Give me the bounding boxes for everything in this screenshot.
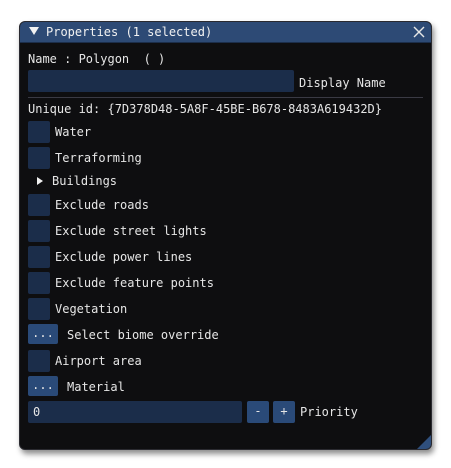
window-title: Properties (1 selected) (46, 25, 213, 39)
priority-input[interactable]: 0 (28, 401, 242, 423)
exclude-roads-checkbox[interactable] (28, 194, 50, 216)
separator (28, 97, 423, 98)
airport-area-checkbox[interactable] (28, 350, 50, 372)
object-name: Name : Polygon ( ) (28, 52, 166, 66)
exclude-roads-label: Exclude roads (55, 198, 149, 212)
exclude-feature-points-checkbox[interactable] (28, 272, 50, 294)
display-name-label: Display Name (299, 76, 386, 90)
material-label: Material (67, 380, 125, 394)
terraforming-label: Terraforming (55, 151, 142, 165)
select-biome-label: Select biome override (67, 328, 219, 342)
exclude-power-lines-label: Exclude power lines (55, 250, 193, 264)
select-biome-button[interactable]: ... (28, 324, 58, 344)
close-icon[interactable] (411, 24, 427, 40)
tree-expand-arrow-icon[interactable] (36, 177, 44, 185)
priority-value: 0 (33, 405, 41, 419)
collapse-arrow-icon[interactable] (28, 25, 40, 37)
resize-grip-icon[interactable] (417, 435, 431, 449)
properties-window: Properties (1 selected) Name : Polygon (… (19, 21, 432, 450)
priority-label: Priority (300, 405, 358, 419)
display-name-input[interactable] (28, 70, 294, 92)
exclude-power-lines-checkbox[interactable] (28, 246, 50, 268)
vegetation-label: Vegetation (55, 302, 128, 316)
priority-increment-button[interactable]: + (273, 401, 295, 423)
exclude-street-lights-label: Exclude street lights (55, 224, 207, 238)
window-titlebar[interactable]: Properties (1 selected) (20, 22, 431, 43)
airport-area-label: Airport area (55, 354, 142, 368)
water-checkbox[interactable] (28, 121, 50, 143)
priority-decrement-button[interactable]: - (247, 401, 269, 423)
exclude-feature-points-label: Exclude feature points (55, 276, 214, 290)
material-button[interactable]: ... (28, 376, 58, 396)
terraforming-checkbox[interactable] (28, 147, 50, 169)
unique-id: Unique id: {7D378D48-5A8F-45BE-B678-8483… (28, 102, 383, 116)
exclude-street-lights-checkbox[interactable] (28, 220, 50, 242)
buildings-tree-node[interactable]: Buildings (52, 173, 117, 189)
vegetation-checkbox[interactable] (28, 298, 50, 320)
water-label: Water (55, 125, 92, 139)
